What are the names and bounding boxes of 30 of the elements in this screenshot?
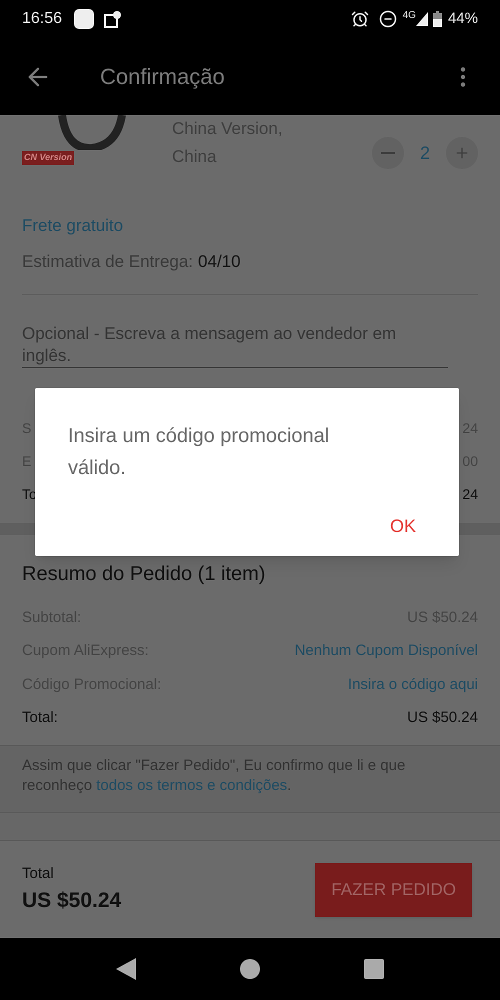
status-time: 16:56: [22, 9, 62, 29]
row-value: US $50.24: [407, 708, 478, 728]
row-label: Total:: [22, 708, 58, 728]
terms-link[interactable]: todos os termos e condições: [96, 777, 288, 794]
network-type: 4G: [402, 9, 416, 23]
battery-percent: 44%: [448, 8, 478, 29]
minus-icon: [381, 152, 395, 154]
total-amount: US $50.24: [22, 888, 122, 914]
watch-band-drawing: [57, 115, 127, 150]
ok-button[interactable]: OK: [380, 507, 426, 546]
row-value[interactable]: Insira o código aqui: [348, 674, 478, 696]
row-value: 24: [462, 485, 478, 504]
signal-icon: [416, 12, 428, 26]
alarm-icon: [350, 10, 369, 28]
plus-icon: [454, 145, 470, 161]
page-title: Confirmação: [100, 63, 225, 91]
total-label: Total: [22, 864, 55, 884]
battery-icon: [432, 11, 442, 27]
version-badge: CN Version: [22, 151, 74, 164]
dialog-message: Insira um código promocional válido.: [68, 424, 330, 481]
place-order-button[interactable]: FAZER PEDIDO: [315, 862, 472, 916]
quantity: 2: [418, 142, 431, 164]
app-notification-icon: [74, 9, 94, 29]
delivery-estimate-date: 04/10: [198, 250, 241, 272]
do-not-disturb-icon: [378, 10, 397, 28]
home-circle-icon[interactable]: [240, 959, 260, 979]
summary-title: Resumo do Pedido (1 item): [22, 562, 266, 587]
back-triangle-icon[interactable]: [116, 958, 136, 980]
free-shipping: Frete gratuito: [22, 215, 124, 237]
row-value[interactable]: Nenhum Cupom Disponível: [294, 640, 478, 662]
